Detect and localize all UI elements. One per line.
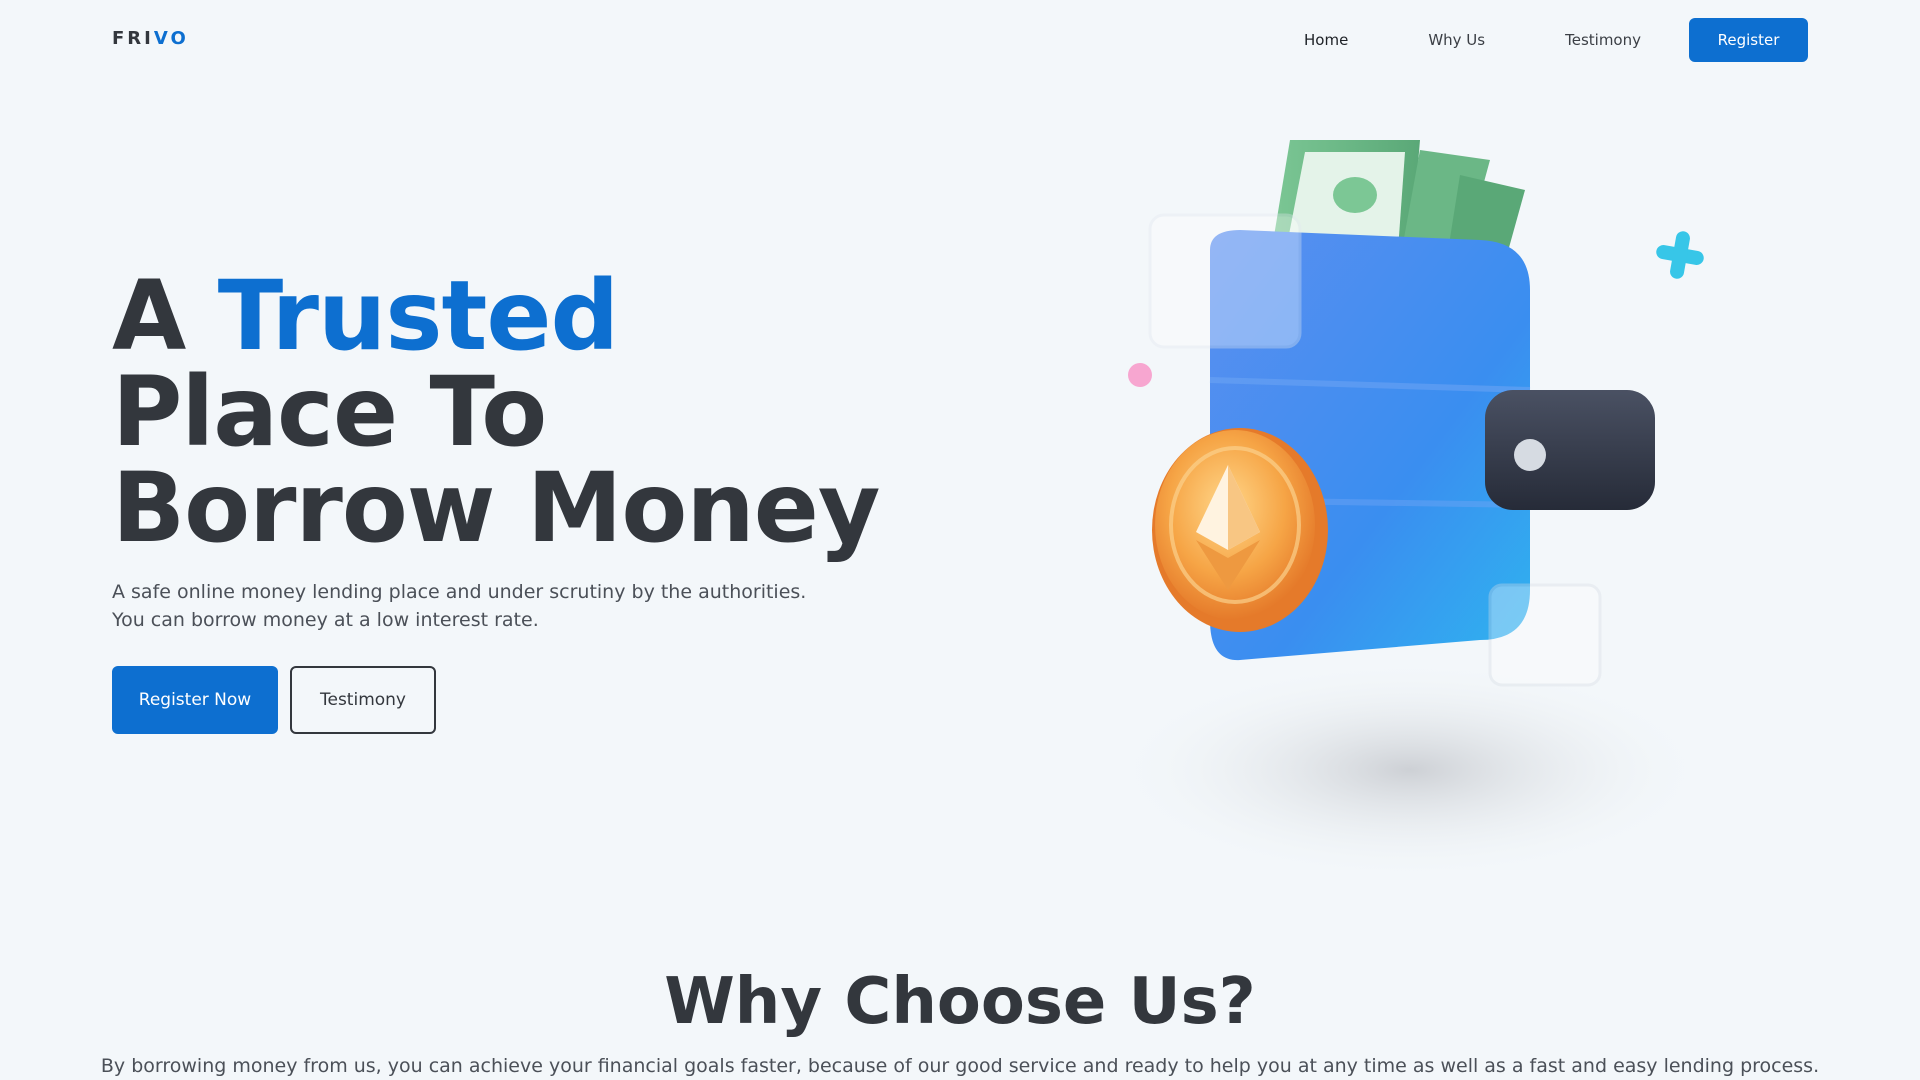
logo[interactable]: FRIVO [112, 28, 189, 49]
ethereum-coin-icon [1152, 428, 1328, 632]
why-section-title: Why Choose Us? [664, 965, 1256, 1039]
nav-home-link[interactable]: Home [1304, 31, 1348, 49]
why-section-subtitle: By borrowing money from us, you can achi… [100, 1055, 1820, 1077]
hero-subtitle: A safe online money lending place and un… [112, 581, 807, 631]
testimony-button[interactable]: Testimony [290, 666, 436, 734]
floor-shadow [1110, 660, 1710, 880]
nav-why-us-link[interactable]: Why Us [1428, 31, 1485, 49]
decorative-dot [1128, 363, 1152, 387]
nav-testimony-link[interactable]: Testimony [1565, 31, 1641, 49]
decorative-x-icon [1656, 231, 1704, 279]
logo-part1: FRI [112, 28, 154, 49]
hero-title-line1: A Trusted [112, 268, 879, 364]
nav-register-button[interactable]: Register [1689, 18, 1808, 62]
logo-part2: VO [153, 28, 189, 49]
glass-card-bottom [1488, 583, 1602, 687]
register-now-button[interactable]: Register Now [112, 666, 278, 734]
hero-title: A Trusted Place To Borrow Money [112, 268, 880, 564]
landing-page: FRIVO Home Why Us Testimony Register A T… [0, 0, 1920, 1080]
wallet-coin-illustration [1110, 140, 1710, 880]
hero-title-line3: Borrow Money [112, 452, 880, 564]
hero-title-line2: Place To [112, 356, 547, 468]
main-nav: Home Why Us Testimony Register [1304, 18, 1808, 62]
glass-card-top [1148, 213, 1302, 349]
